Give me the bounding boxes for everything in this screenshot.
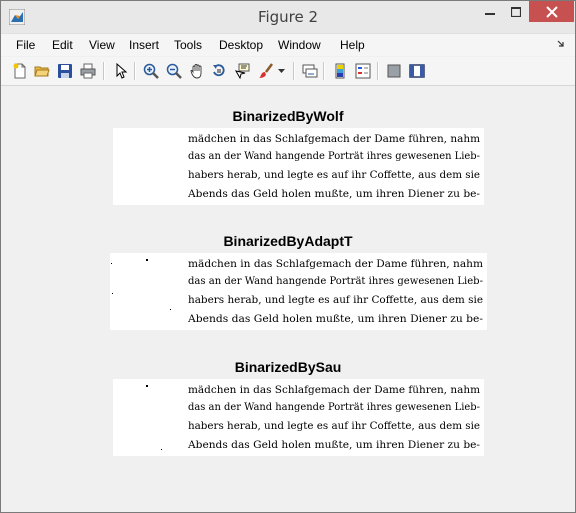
colorbar-icon[interactable] xyxy=(330,61,350,81)
figure-window: Figure 2 File Edit View Insert Tools Des… xyxy=(0,0,576,513)
text-line: das an der Wand hangende Porträt ihres g… xyxy=(188,401,480,413)
axes-title-sau: BinarizedBySau xyxy=(234,359,342,375)
link-plot-icon[interactable] xyxy=(300,61,320,81)
select-arrow-icon[interactable] xyxy=(111,61,131,81)
minimize-button[interactable] xyxy=(477,1,503,22)
menu-bar: File Edit View Insert Tools Desktop Wind… xyxy=(1,34,575,56)
noise-speck xyxy=(146,385,148,387)
axes-title-wolf: BinarizedByWolf xyxy=(232,108,344,124)
dock-arrow-icon[interactable] xyxy=(557,38,565,51)
show-plot-tools-icon[interactable] xyxy=(407,61,427,81)
text-line: habers herab, und legte es auf ihr Coffe… xyxy=(188,294,483,306)
title-bar[interactable]: Figure 2 xyxy=(1,1,575,34)
figure-canvas: BinarizedByWolf mädchen in das Schlafgem… xyxy=(1,86,575,512)
brush-icon[interactable] xyxy=(256,61,276,81)
toolbar-separator xyxy=(293,62,295,80)
minimize-icon xyxy=(485,12,495,15)
text-line: habers herab, und legte es auf ihr Coffe… xyxy=(188,420,480,432)
text-line: Abends das Geld holen mußte, um ihren Di… xyxy=(187,188,480,200)
text-image-sau: mädchen in das Schlafgemach der Dame füh… xyxy=(146,384,480,451)
text-line: Abends das Geld holen mußte, um ihren Di… xyxy=(187,439,480,451)
noise-speck xyxy=(161,449,162,450)
noise-speck xyxy=(170,309,171,310)
text-line: mädchen in das Schlafgemach der Dame füh… xyxy=(188,384,480,396)
pan-hand-icon[interactable] xyxy=(187,61,207,81)
text-line: das an der Wand hangende Porträt ihres g… xyxy=(188,275,483,287)
menu-window[interactable]: Window xyxy=(278,38,321,52)
text-line: mädchen in das Schlafgemach der Dame füh… xyxy=(188,133,480,145)
toolbar-separator xyxy=(134,62,136,80)
text-image-adaptt: mädchen in das Schlafgemach der Dame füh… xyxy=(111,258,483,325)
binarized-image-adaptt: mädchen in das Schlafgemach der Dame füh… xyxy=(110,253,487,330)
zoom-in-icon[interactable] xyxy=(141,61,161,81)
binarized-image-wolf: mädchen in das Schlafgemach der Dame füh… xyxy=(113,128,484,205)
brush-dropdown-icon[interactable] xyxy=(277,61,287,81)
text-line: mädchen in das Schlafgemach der Dame füh… xyxy=(188,258,483,270)
zoom-out-icon[interactable] xyxy=(164,61,184,81)
text-line: das an der Wand hangende Porträt ihres g… xyxy=(188,150,480,162)
save-icon[interactable] xyxy=(55,61,75,81)
menu-file[interactable]: File xyxy=(16,38,35,52)
close-button[interactable] xyxy=(529,1,574,22)
maximize-icon xyxy=(511,6,521,17)
noise-speck xyxy=(111,263,112,264)
noise-speck xyxy=(146,259,148,261)
data-cursor-icon[interactable] xyxy=(232,61,252,81)
menu-view[interactable]: View xyxy=(89,38,115,52)
maximize-button[interactable] xyxy=(503,1,529,22)
text-line: habers herab, und legte es auf ihr Coffe… xyxy=(188,169,480,181)
open-folder-icon[interactable] xyxy=(32,61,52,81)
menu-edit[interactable]: Edit xyxy=(52,38,73,52)
text-image-wolf: mädchen in das Schlafgemach der Dame füh… xyxy=(187,133,480,200)
text-line: Abends das Geld holen mußte, um ihren Di… xyxy=(187,313,483,325)
new-figure-icon[interactable] xyxy=(10,61,30,81)
toolbar-separator xyxy=(377,62,379,80)
binarized-image-sau: mädchen in das Schlafgemach der Dame füh… xyxy=(113,379,484,456)
legend-icon[interactable] xyxy=(353,61,373,81)
axes-title-adaptt: BinarizedByAdaptT xyxy=(223,233,353,249)
menu-desktop[interactable]: Desktop xyxy=(219,38,263,52)
rotate-3d-icon[interactable] xyxy=(209,61,229,81)
menu-help[interactable]: Help xyxy=(340,38,365,52)
close-icon xyxy=(545,5,558,18)
toolbar-separator xyxy=(323,62,325,80)
noise-speck xyxy=(112,293,113,294)
print-icon[interactable] xyxy=(78,61,98,81)
menu-tools[interactable]: Tools xyxy=(174,38,202,52)
menu-insert[interactable]: Insert xyxy=(129,38,159,52)
hide-plot-tools-icon[interactable] xyxy=(384,61,404,81)
toolbar-separator xyxy=(103,62,105,80)
figure-toolbar xyxy=(1,57,575,86)
